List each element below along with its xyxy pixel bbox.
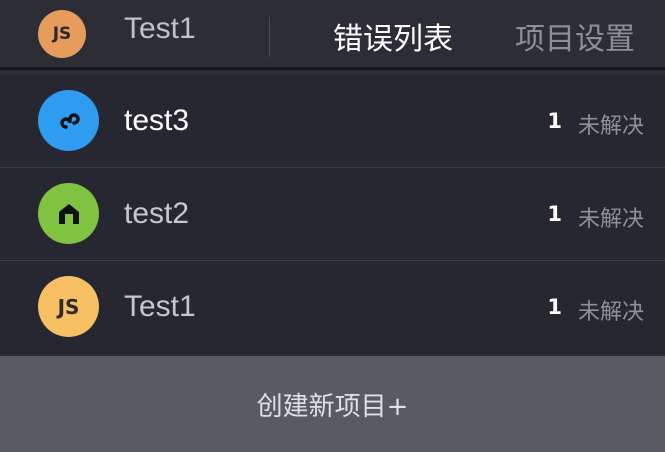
create-project-button[interactable]: 创建新项目+ [0, 356, 665, 452]
list-item-test2[interactable]: test2 1 未解决 [0, 168, 665, 261]
header-divider [269, 17, 270, 57]
current-project-name[interactable]: Test1 [124, 12, 196, 46]
status-label: 未解决 [578, 114, 645, 139]
js-icon: JS [57, 294, 80, 319]
project-list: test3 1 未解决 test2 1 未解决 JS Test1 1 未解决 [0, 75, 665, 354]
js-icon: JS [52, 24, 72, 44]
current-project-avatar[interactable]: JS [38, 10, 86, 58]
issue-count: 1 [547, 295, 562, 319]
status-label: 未解决 [578, 207, 645, 232]
project-name: Test1 [124, 290, 196, 323]
list-item-test3[interactable]: test3 1 未解决 [0, 75, 665, 168]
issue-count: 1 [547, 109, 562, 133]
list-item-test1[interactable]: JS Test1 1 未解决 [0, 261, 665, 354]
issue-count: 1 [547, 202, 562, 226]
project-name: test3 [124, 104, 190, 137]
tab-project-settings[interactable]: 项目设置 [515, 14, 635, 58]
top-header: JS Test1 错误列表 项目设置 [0, 0, 665, 70]
mini-program-icon [59, 112, 80, 129]
project-avatar [38, 90, 99, 151]
project-avatar [38, 183, 99, 244]
project-avatar: JS [38, 276, 99, 337]
status-label: 未解决 [578, 300, 645, 325]
tab-error-list[interactable]: 错误列表 [333, 14, 453, 58]
project-name: test2 [124, 197, 190, 230]
nuxt-icon [58, 203, 79, 224]
